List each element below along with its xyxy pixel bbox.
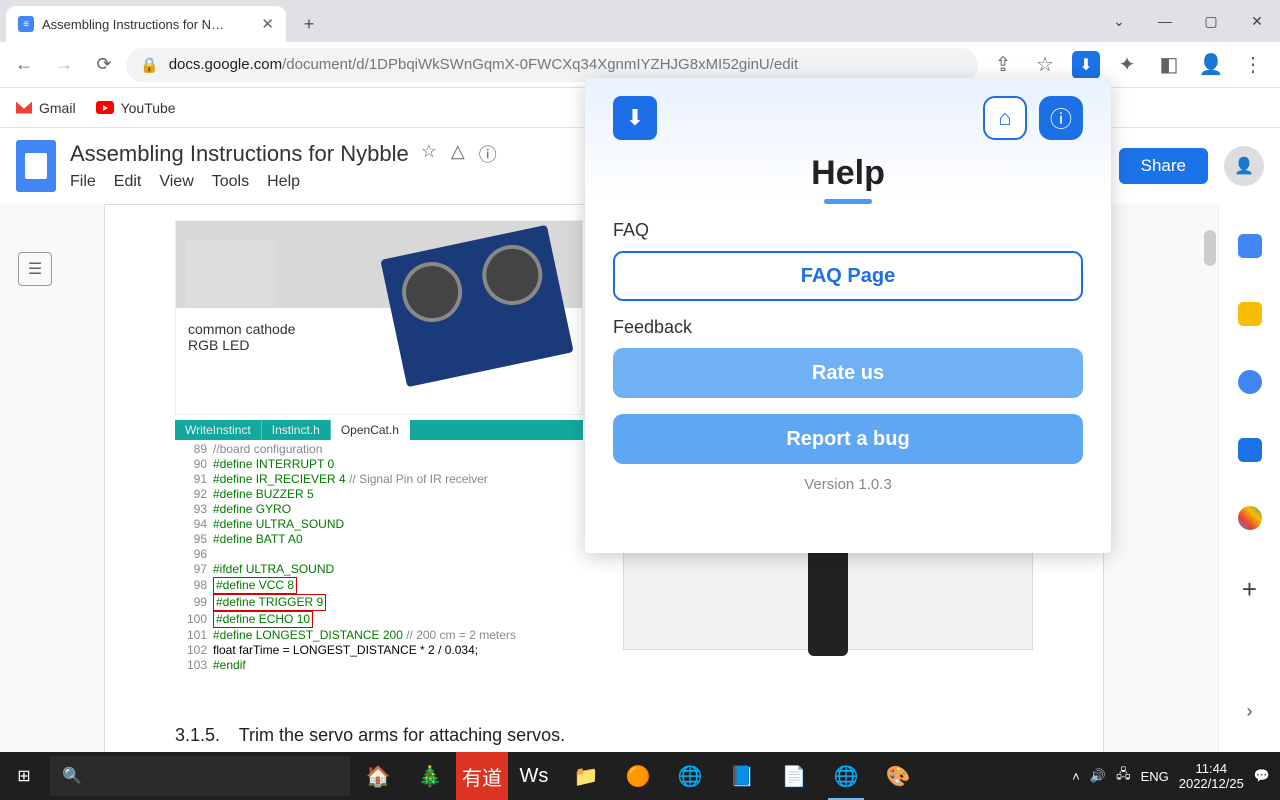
maximize-button[interactable]: ▢	[1188, 2, 1234, 40]
new-tab-button[interactable]: +	[294, 9, 324, 39]
taskbar-chrome[interactable]: 🌐	[664, 752, 716, 800]
collapse-sidepanel-icon[interactable]: ›	[1247, 701, 1253, 722]
menu-help[interactable]: Help	[267, 173, 300, 191]
url-host: docs.google.com	[169, 56, 282, 73]
reload-button[interactable]: ⟳	[86, 47, 122, 83]
network-icon[interactable]: 🖧	[1116, 765, 1131, 787]
code-tab: WriteInstinct	[175, 420, 262, 440]
side-panel-icon[interactable]: ◧	[1154, 50, 1184, 80]
extensions-puzzle-icon[interactable]: ✦	[1112, 50, 1142, 80]
taskbar-app[interactable]: Ws	[508, 752, 560, 800]
faq-page-button[interactable]: FAQ Page	[613, 251, 1083, 301]
docs-favicon: ≡	[18, 16, 34, 32]
window-controls: ⌄ — ▢ ✕	[1096, 0, 1280, 42]
taskbar-app[interactable]: 📄	[768, 752, 820, 800]
menu-edit[interactable]: Edit	[114, 173, 142, 191]
extension-popup: ⬇ ⌂ ⓘ Help FAQ FAQ Page Feedback Rate us…	[585, 78, 1111, 553]
account-avatar[interactable]: 👤	[1224, 146, 1264, 186]
maps-icon[interactable]	[1238, 506, 1262, 530]
rate-us-button[interactable]: Rate us	[613, 348, 1083, 398]
bookmark-star-icon[interactable]: ☆	[1030, 50, 1060, 80]
taskbar-app[interactable]: 🏠	[352, 752, 404, 800]
url-path: /document/d/1DPbqiWkSWnGqmX-0FWCXq34Xgnm…	[282, 56, 798, 73]
faq-label: FAQ	[613, 220, 1083, 241]
calendar-icon[interactable]	[1238, 234, 1262, 258]
keep-icon[interactable]	[1238, 302, 1262, 326]
section-heading: Trim the servo arms for attaching servos…	[239, 725, 565, 745]
taskbar: ⊞ 🔍 🏠 🎄 有道 Ws 📁 🟠 🌐 📘 📄 🌐 🎨 ˄ 🔊 🖧 ENG 11…	[0, 752, 1280, 800]
taskbar-clock[interactable]: 11:44 2022/12/25	[1179, 761, 1244, 791]
volume-icon[interactable]: 🔊	[1090, 768, 1106, 784]
profile-avatar-icon[interactable]: 👤	[1196, 50, 1226, 80]
contacts-icon[interactable]	[1238, 438, 1262, 462]
close-window-button[interactable]: ✕	[1234, 2, 1280, 40]
show-outline-button[interactable]: ☰	[18, 252, 52, 286]
bookmark-label: YouTube	[121, 100, 176, 116]
figure-caption: common cathode	[188, 321, 295, 337]
info-button[interactable]: ⓘ	[1039, 96, 1083, 140]
share-button[interactable]: Share	[1119, 148, 1208, 184]
bookmark-gmail[interactable]: Gmail	[16, 100, 76, 116]
section-number: 3.1.5.	[175, 725, 220, 745]
menu-tools[interactable]: Tools	[212, 173, 249, 191]
home-button[interactable]: ⌂	[983, 96, 1027, 140]
clock-time: 11:44	[1179, 761, 1244, 776]
side-panel: + ›	[1218, 204, 1280, 752]
extension-logo-icon: ⬇	[613, 96, 657, 140]
back-button[interactable]: ←	[6, 47, 42, 83]
code-block: 89//board configuration90#define INTERRU…	[175, 440, 583, 675]
move-icon[interactable]: △	[451, 141, 465, 167]
taskbar-app[interactable]: 🎄	[404, 752, 456, 800]
taskbar-search[interactable]: 🔍	[50, 756, 350, 796]
report-bug-button[interactable]: Report a bug	[613, 414, 1083, 464]
chrome-tab-strip: ≡ Assembling Instructions for N… ✕ + ⌄ —…	[0, 0, 1280, 42]
forward-button[interactable]: →	[46, 47, 82, 83]
chrome-menu-icon[interactable]: ⋮	[1238, 50, 1268, 80]
star-icon[interactable]: ☆	[421, 141, 437, 167]
figure-sensor: common cathodeRGB LED	[175, 220, 583, 415]
tasks-icon[interactable]	[1238, 370, 1262, 394]
close-icon[interactable]: ✕	[261, 15, 274, 33]
tray-overflow-icon[interactable]: ˄	[1072, 769, 1080, 784]
downloader-extension-icon[interactable]: ⬇	[1072, 51, 1100, 79]
minimize-button[interactable]: —	[1142, 2, 1188, 40]
docs-logo-icon[interactable]	[16, 140, 56, 192]
taskbar-file-explorer[interactable]: 📁	[560, 752, 612, 800]
title-underline	[824, 199, 872, 204]
omnibox[interactable]: 🔒 docs.google.com/document/d/1DPbqiWkSWn…	[126, 48, 978, 82]
gmail-icon	[16, 102, 32, 114]
lock-icon: 🔒	[140, 56, 159, 74]
taskbar-vscode[interactable]: 📘	[716, 752, 768, 800]
add-addon-button[interactable]: +	[1242, 574, 1257, 605]
taskbar-paint[interactable]: 🎨	[872, 752, 924, 800]
code-tab: Instinct.h	[262, 420, 331, 440]
share-page-icon[interactable]: ⇪	[988, 50, 1018, 80]
scrollbar-thumb[interactable]	[1204, 230, 1216, 266]
chevron-down-icon[interactable]: ⌄	[1096, 2, 1142, 40]
browser-tab[interactable]: ≡ Assembling Instructions for N… ✕	[6, 6, 286, 42]
code-tab-active: OpenCat.h	[331, 420, 410, 440]
menu-view[interactable]: View	[159, 173, 193, 191]
taskbar-app[interactable]: 有道	[456, 752, 508, 800]
notifications-icon[interactable]: 💬	[1254, 768, 1270, 784]
popup-title: Help	[613, 154, 1083, 193]
tab-title: Assembling Instructions for N…	[42, 17, 253, 32]
version-text: Version 1.0.3	[613, 476, 1083, 493]
language-indicator[interactable]: ENG	[1141, 769, 1169, 784]
clock-date: 2022/12/25	[1179, 776, 1244, 791]
menu-file[interactable]: File	[70, 173, 96, 191]
taskbar-app[interactable]: 🟠	[612, 752, 664, 800]
document-title[interactable]: Assembling Instructions for Nybble	[70, 141, 409, 167]
figure-caption: RGB LED	[188, 337, 249, 353]
youtube-icon	[96, 101, 114, 114]
taskbar-chrome-active[interactable]: 🌐	[820, 752, 872, 800]
start-button[interactable]: ⊞	[0, 752, 48, 800]
bookmark-label: Gmail	[39, 100, 76, 116]
feedback-label: Feedback	[613, 317, 1083, 338]
bookmark-youtube[interactable]: YouTube	[96, 100, 176, 116]
cloud-status-icon[interactable]: ⓘ	[479, 141, 497, 167]
code-tabs: WriteInstinct Instinct.h OpenCat.h	[175, 420, 583, 440]
